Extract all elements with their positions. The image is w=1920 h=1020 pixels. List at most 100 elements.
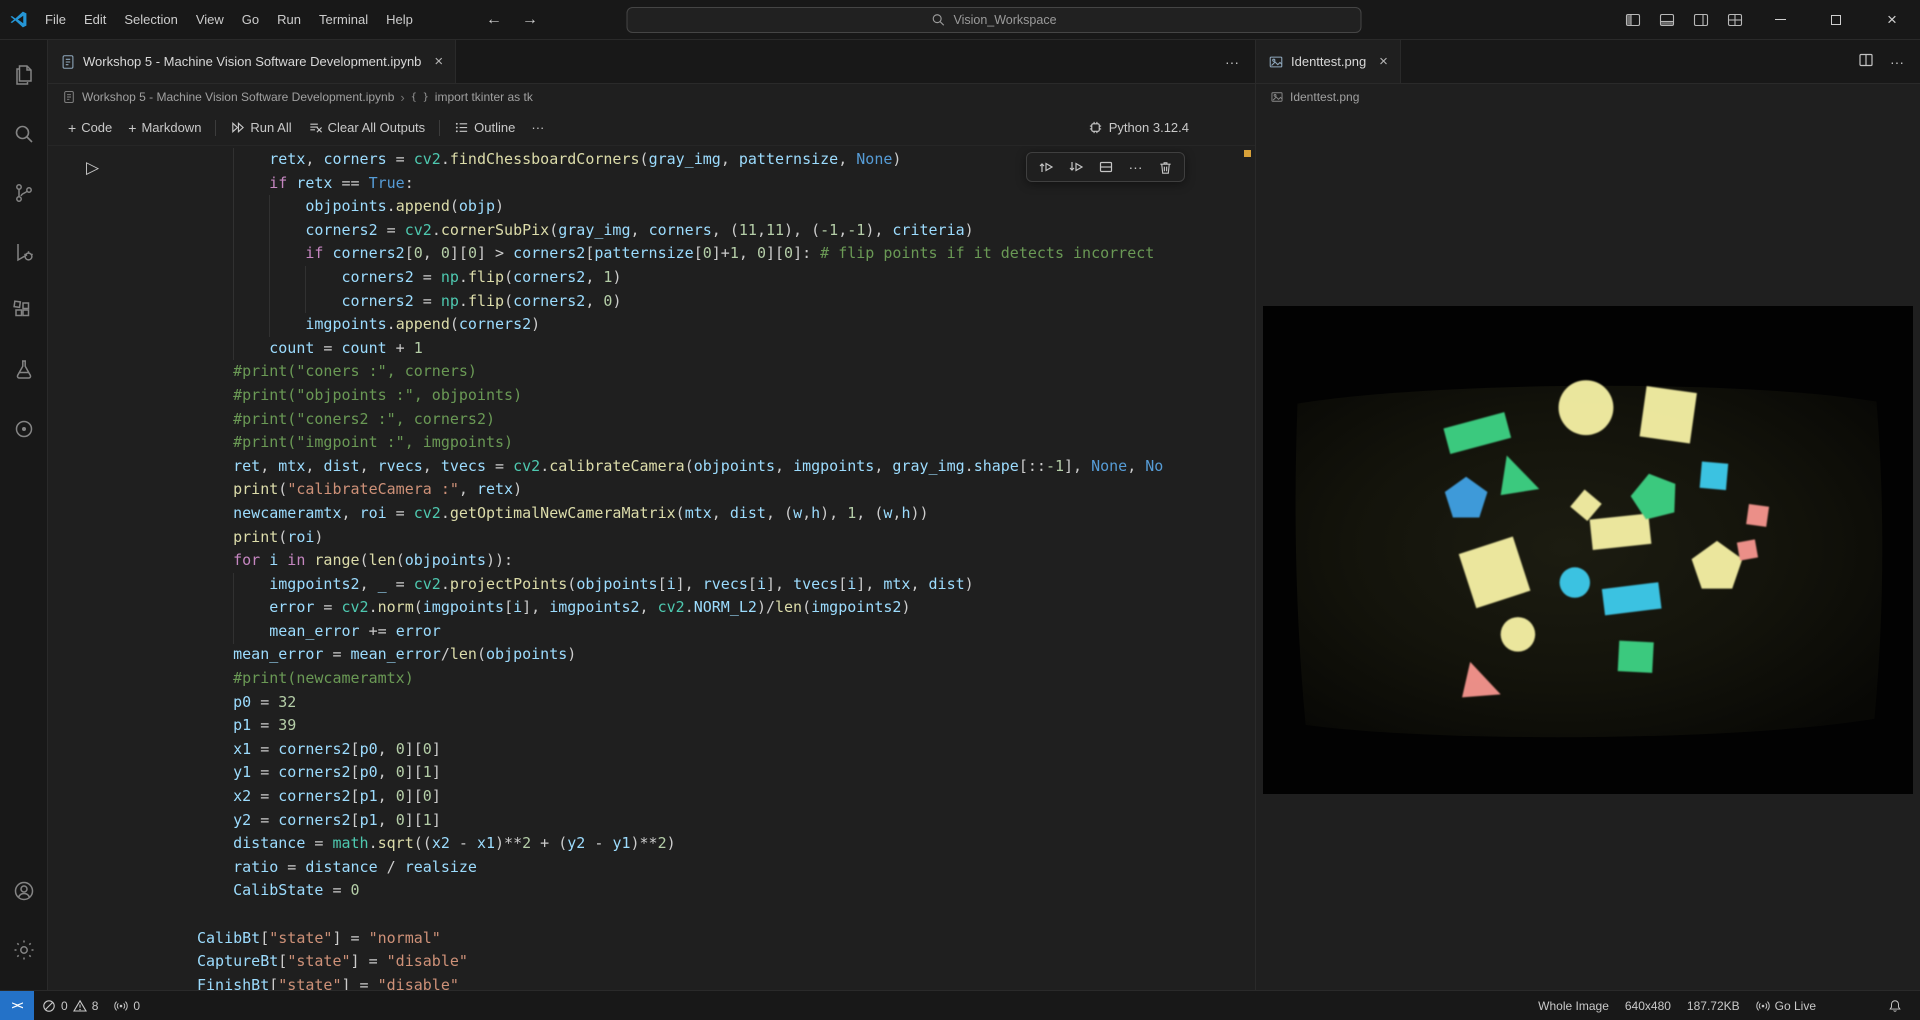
code-line[interactable]: error = cv2.norm(imgpoints[i], imgpoints… bbox=[197, 596, 1163, 620]
jupyter-icon[interactable] bbox=[0, 404, 48, 454]
maximize-button[interactable] bbox=[1808, 0, 1864, 39]
menu-go[interactable]: Go bbox=[233, 0, 268, 40]
menu-run[interactable]: Run bbox=[268, 0, 310, 40]
menu-edit[interactable]: Edit bbox=[75, 0, 115, 40]
split-editor-icon[interactable] bbox=[1858, 52, 1874, 71]
code-line[interactable]: CaptureBt["state"] = "disable" bbox=[197, 950, 1163, 974]
code-line[interactable]: p0 = 32 bbox=[197, 691, 1163, 715]
more-actions-icon[interactable]: ··· bbox=[1890, 54, 1904, 70]
ports-status[interactable]: 0 bbox=[106, 991, 148, 1020]
settings-gear-icon[interactable] bbox=[0, 925, 48, 975]
breadcrumb-symbol[interactable]: import tkinter as tk bbox=[435, 90, 533, 104]
notifications-button[interactable] bbox=[1880, 991, 1910, 1020]
cell-more-actions-icon[interactable]: ··· bbox=[1122, 155, 1149, 179]
toggle-panel-icon[interactable] bbox=[1650, 0, 1684, 39]
code-line[interactable]: print(roi) bbox=[197, 526, 1163, 550]
code-line[interactable]: distance = math.sqrt((x2 - x1)**2 + (y2 … bbox=[197, 832, 1163, 856]
run-and-debug-icon[interactable] bbox=[0, 227, 48, 277]
close-tab-icon[interactable]: × bbox=[1379, 54, 1388, 69]
code-line[interactable]: corners2 = np.flip(corners2, 1) bbox=[197, 266, 1163, 290]
accounts-icon[interactable] bbox=[0, 866, 48, 916]
execute-below-icon[interactable] bbox=[1062, 155, 1089, 179]
code-line[interactable]: corners2 = np.flip(corners2, 0) bbox=[197, 290, 1163, 314]
code-line[interactable]: #print("coners :", corners) bbox=[197, 360, 1163, 384]
code-line[interactable]: x1 = corners2[p0, 0][0] bbox=[197, 738, 1163, 762]
image-shape-rect bbox=[1737, 539, 1758, 560]
image-zoom-status[interactable]: Whole Image bbox=[1530, 991, 1617, 1020]
code-line[interactable]: #print("coners2 :", corners2) bbox=[197, 408, 1163, 432]
code-line[interactable]: CalibBt["state"] = "normal" bbox=[197, 927, 1163, 951]
code-line[interactable]: mean_error = mean_error/len(objpoints) bbox=[197, 643, 1163, 667]
menu-file[interactable]: File bbox=[36, 0, 75, 40]
toolbar-more-actions-icon[interactable]: ··· bbox=[523, 116, 552, 139]
image-preview[interactable] bbox=[1263, 306, 1913, 794]
toggle-secondary-sidebar-icon[interactable] bbox=[1684, 0, 1718, 39]
more-actions-icon[interactable]: ··· bbox=[1225, 54, 1239, 70]
testing-icon[interactable] bbox=[0, 345, 48, 395]
minimize-button[interactable] bbox=[1752, 0, 1808, 39]
code-line[interactable]: y1 = corners2[p0, 0][1] bbox=[197, 761, 1163, 785]
menu-selection[interactable]: Selection bbox=[115, 0, 186, 40]
menu-help[interactable]: Help bbox=[377, 0, 422, 40]
code-lines[interactable]: retx, corners = cv2.findChessboardCorner… bbox=[197, 148, 1163, 990]
image-dimensions-status[interactable]: 640x480 bbox=[1617, 991, 1679, 1020]
tab-image[interactable]: Identtest.png × bbox=[1256, 40, 1401, 83]
outline-button[interactable]: Outline bbox=[446, 116, 523, 139]
code-line[interactable]: FinishBt["state"] = "disable" bbox=[197, 974, 1163, 990]
code-line[interactable]: #print("imgpoint :", imgpoints) bbox=[197, 431, 1163, 455]
code-line[interactable]: imgpoints2, _ = cv2.projectPoints(objpoi… bbox=[197, 573, 1163, 597]
source-control-icon[interactable] bbox=[0, 168, 48, 218]
code-line[interactable]: #print("objpoints :", objpoints) bbox=[197, 384, 1163, 408]
add-markdown-cell-button[interactable]: + Markdown bbox=[120, 116, 209, 140]
code-line[interactable]: x2 = corners2[p1, 0][0] bbox=[197, 785, 1163, 809]
code-line[interactable]: ret, mtx, dist, rvecs, tvecs = cv2.calib… bbox=[197, 455, 1163, 479]
code-line[interactable]: corners2 = cv2.cornerSubPix(gray_img, co… bbox=[197, 219, 1163, 243]
code-line[interactable]: y2 = corners2[p1, 0][1] bbox=[197, 809, 1163, 833]
scrollbar[interactable] bbox=[1241, 146, 1255, 990]
split-cell-icon[interactable] bbox=[1092, 155, 1119, 179]
go-live-button[interactable]: Go Live bbox=[1748, 991, 1824, 1020]
code-line[interactable]: imgpoints.append(corners2) bbox=[197, 313, 1163, 337]
close-tab-icon[interactable]: × bbox=[434, 54, 443, 69]
code-line[interactable]: objpoints.append(objp) bbox=[197, 195, 1163, 219]
run-all-button[interactable]: Run All bbox=[222, 116, 299, 139]
code-line[interactable]: ratio = distance / realsize bbox=[197, 856, 1163, 880]
code-line[interactable]: CalibState = 0 bbox=[197, 879, 1163, 903]
breadcrumb-file[interactable]: Identtest.png bbox=[1290, 90, 1359, 104]
execute-above-icon[interactable] bbox=[1032, 155, 1059, 179]
menu-view[interactable]: View bbox=[187, 0, 233, 40]
notebook-cell-editor[interactable]: ▷ retx, corners = cv2.findChessboardCorn… bbox=[48, 146, 1255, 990]
close-window-button[interactable]: × bbox=[1864, 0, 1920, 39]
image-size-status[interactable]: 187.72KB bbox=[1679, 991, 1748, 1020]
forward-icon[interactable]: → bbox=[522, 0, 538, 40]
clear-all-outputs-button[interactable]: Clear All Outputs bbox=[300, 116, 434, 139]
search-sidebar-icon[interactable] bbox=[0, 109, 48, 159]
code-line[interactable]: count = count + 1 bbox=[197, 337, 1163, 361]
code-line[interactable]: #print(newcameramtx) bbox=[197, 667, 1163, 691]
add-code-cell-button[interactable]: + Code bbox=[60, 116, 120, 140]
explorer-icon[interactable] bbox=[0, 50, 48, 100]
problems-status[interactable]: 0 8 bbox=[34, 991, 106, 1020]
run-cell-icon[interactable]: ▷ bbox=[86, 158, 99, 178]
code-line[interactable]: p1 = 39 bbox=[197, 714, 1163, 738]
remote-indicator[interactable]: >< bbox=[0, 991, 34, 1020]
tab-notebook[interactable]: Workshop 5 - Machine Vision Software Dev… bbox=[48, 40, 456, 83]
extensions-icon[interactable] bbox=[0, 286, 48, 336]
menu-terminal[interactable]: Terminal bbox=[310, 0, 377, 40]
command-center-search[interactable]: Vision_Workspace bbox=[627, 7, 1362, 33]
code-line[interactable]: newcameramtx, roi = cv2.getOptimalNewCam… bbox=[197, 502, 1163, 526]
code-line[interactable]: mean_error += error bbox=[197, 620, 1163, 644]
kernel-picker[interactable]: Python 3.12.4 bbox=[1088, 120, 1189, 135]
toggle-sidebar-icon[interactable] bbox=[1616, 0, 1650, 39]
delete-cell-icon[interactable] bbox=[1152, 155, 1179, 179]
back-icon[interactable]: ← bbox=[486, 0, 502, 40]
code-line[interactable]: if corners2[0, 0][0] > corners2[patterns… bbox=[197, 242, 1163, 266]
code-line[interactable]: if retx == True: bbox=[197, 172, 1163, 196]
breadcrumb-file[interactable]: Workshop 5 - Machine Vision Software Dev… bbox=[82, 90, 394, 104]
customize-layout-icon[interactable] bbox=[1718, 0, 1752, 39]
code-line[interactable] bbox=[197, 903, 1163, 927]
code-line[interactable]: for i in range(len(objpoints)): bbox=[197, 549, 1163, 573]
vscode-logo-icon bbox=[0, 10, 36, 29]
code-line[interactable]: print("calibrateCamera :", retx) bbox=[197, 478, 1163, 502]
code-line[interactable]: retx, corners = cv2.findChessboardCorner… bbox=[197, 148, 1163, 172]
